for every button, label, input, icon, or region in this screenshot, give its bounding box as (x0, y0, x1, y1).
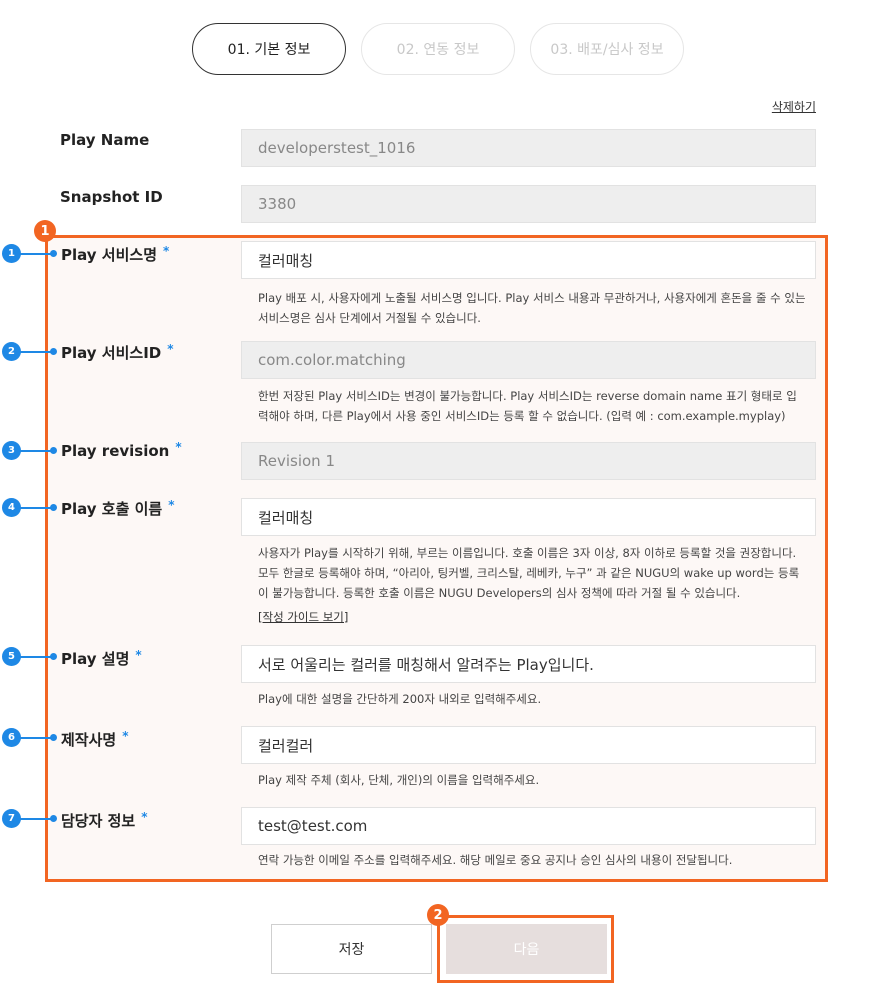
contact-email-input[interactable]: test@test.com (241, 807, 816, 845)
field-marker-5: 5 (2, 647, 21, 666)
maker-label: 제작사명 * (61, 729, 128, 750)
required-mark: * (167, 342, 174, 356)
step-tab-integration-info[interactable]: 02. 연동 정보 (361, 23, 515, 75)
contact-label: 담당자 정보 * (61, 810, 148, 831)
callout-badge-2: 2 (427, 904, 449, 926)
required-mark: * (141, 810, 148, 824)
service-id-label-text: Play 서비스ID (61, 344, 162, 362)
connector-dot (50, 504, 57, 511)
revision-label-text: Play revision (61, 442, 170, 460)
connector-dot (50, 653, 57, 660)
step-tab-basic-info[interactable]: 01. 기본 정보 (192, 23, 346, 75)
invocation-name-help: 사용자가 Play를 시작하기 위해, 부르는 이름입니다. 호출 이름은 3자… (258, 546, 800, 600)
required-mark: * (122, 729, 129, 743)
field-marker-1: 1 (2, 244, 21, 263)
service-name-label-text: Play 서비스명 (61, 246, 157, 264)
field-marker-3: 3 (2, 441, 21, 460)
connector-line (19, 253, 52, 255)
required-mark: * (168, 498, 175, 512)
service-name-help: Play 배포 시, 사용자에게 노출될 서비스명 입니다. Play 서비스 … (258, 291, 806, 325)
save-button[interactable]: 저장 (271, 924, 432, 974)
description-label: Play 설명 * (61, 648, 142, 669)
description-label-text: Play 설명 (61, 650, 130, 668)
callout-badge-1: 1 (34, 220, 56, 242)
field-marker-2: 2 (2, 342, 21, 361)
writing-guide-link[interactable]: [작성 가이드 보기] (258, 609, 348, 625)
connector-dot (50, 815, 57, 822)
connector-dot (50, 348, 57, 355)
connector-line (19, 737, 52, 739)
contact-help: 연락 가능한 이메일 주소를 입력해주세요. 해당 메일로 중요 공지나 승인 … (258, 853, 733, 867)
maker-input[interactable]: 컬러컬러 (241, 726, 816, 764)
step-tab-deploy-review-info[interactable]: 03. 배포/심사 정보 (530, 23, 684, 75)
service-name-input[interactable]: 컬러매칭 (241, 241, 816, 279)
invocation-name-input[interactable]: 컬러매칭 (241, 498, 816, 536)
delete-link[interactable]: 삭제하기 (772, 98, 816, 115)
contact-label-text: 담당자 정보 (61, 812, 136, 830)
connector-dot (50, 734, 57, 741)
connector-line (19, 656, 52, 658)
required-mark: * (163, 244, 170, 258)
next-button[interactable]: 다음 (446, 924, 607, 974)
service-name-label: Play 서비스명 * (61, 244, 169, 265)
maker-label-text: 제작사명 (61, 731, 117, 749)
invocation-name-label-text: Play 호출 이름 (61, 500, 163, 518)
field-marker-7: 7 (2, 809, 21, 828)
description-input[interactable]: 서로 어울리는 컬러를 매칭해서 알려주는 Play입니다. (241, 645, 816, 683)
invocation-name-label: Play 호출 이름 * (61, 498, 175, 519)
service-id-field: com.color.matching (241, 341, 816, 379)
service-id-help: 한번 저장된 Play 서비스ID는 변경이 불가능합니다. Play 서비스I… (258, 389, 797, 423)
snapshot-id-label: Snapshot ID (60, 188, 163, 206)
required-mark: * (135, 648, 142, 662)
connector-line (19, 351, 52, 353)
field-marker-4: 4 (2, 498, 21, 517)
connector-line (19, 818, 52, 820)
field-marker-6: 6 (2, 728, 21, 747)
revision-field: Revision 1 (241, 442, 816, 480)
connector-line (19, 450, 52, 452)
snapshot-id-field: 3380 (241, 185, 816, 223)
connector-dot (50, 447, 57, 454)
connector-line (19, 507, 52, 509)
play-name-label: Play Name (60, 131, 150, 149)
play-name-field: developerstest_1016 (241, 129, 816, 167)
required-mark: * (175, 440, 182, 454)
service-id-label: Play 서비스ID * (61, 342, 174, 363)
revision-label: Play revision * (61, 440, 182, 460)
maker-help: Play 제작 주체 (회사, 단체, 개인)의 이름을 입력해주세요. (258, 773, 540, 787)
connector-dot (50, 250, 57, 257)
description-help: Play에 대한 설명을 간단하게 200자 내외로 입력해주세요. (258, 692, 542, 706)
